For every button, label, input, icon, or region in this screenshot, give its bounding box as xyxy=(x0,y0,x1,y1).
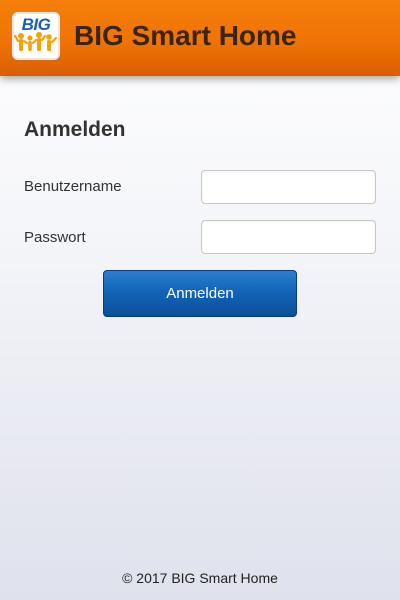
password-input[interactable] xyxy=(201,220,376,254)
login-button[interactable]: Anmelden xyxy=(103,270,297,317)
footer-copyright: © 2017 BIG Smart Home xyxy=(122,570,278,586)
big-logo: BIG xyxy=(12,12,60,60)
app-title: BIG Smart Home xyxy=(74,20,297,51)
page-title: Anmelden xyxy=(24,118,126,141)
username-input[interactable] xyxy=(201,170,376,204)
password-label: Passwort xyxy=(24,229,86,246)
app-header: BIG BIG Smart Home xyxy=(0,0,400,76)
username-label: Benutzername xyxy=(24,178,122,195)
logo-text: BIG xyxy=(21,15,51,34)
